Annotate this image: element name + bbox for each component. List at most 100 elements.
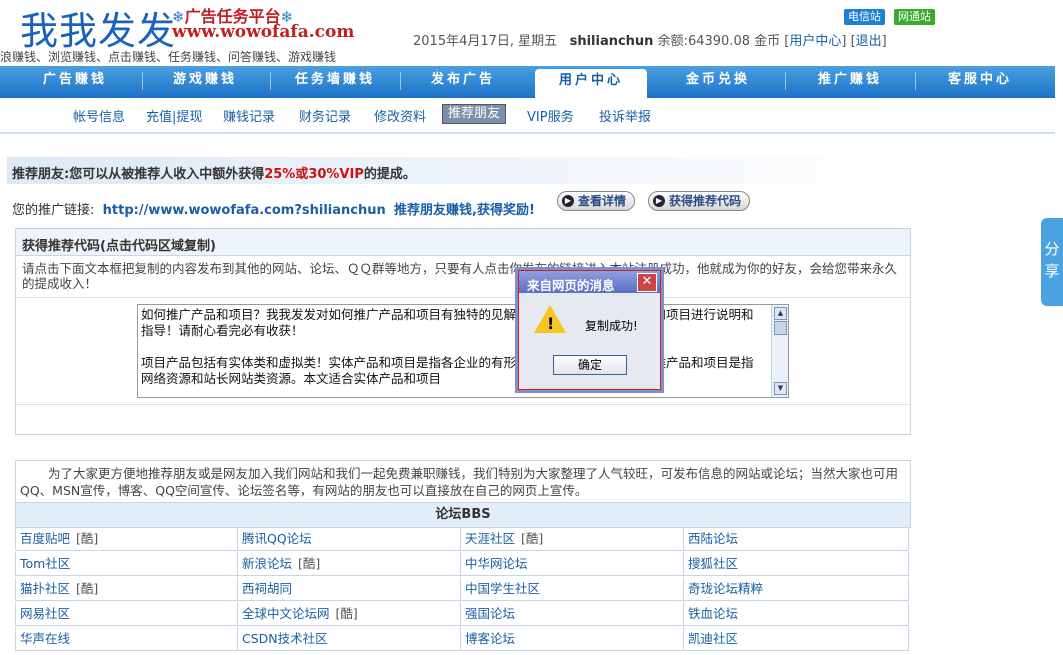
netcom-site-button[interactable]: 网通站 <box>894 9 935 25</box>
user-info-bar: 2015年4月17日, 星期五 shilianchun 余额:64390.08 … <box>413 34 887 49</box>
bbs-link[interactable]: CSDN技术社区 <box>242 631 328 646</box>
bbs-cell: 搜狐社区 <box>684 552 909 576</box>
bbs-section-title: 论坛BBS <box>15 502 911 528</box>
dialog-title: 来自网页的消息 <box>527 278 615 293</box>
cool-tag: [酷] <box>521 531 544 546</box>
bbs-link[interactable]: 腾讯QQ论坛 <box>242 531 312 546</box>
bbs-cell: CSDN技术社区 <box>238 627 461 651</box>
main-nav: 广告赚钱 游戏赚钱 任务墙赚钱 发布广告 用户中心 金币兑换 推广赚钱 客服中心 <box>0 66 1055 98</box>
nav-publish-ad[interactable]: 发布广告 <box>408 66 518 98</box>
bbs-link[interactable]: 铁血论坛 <box>688 606 738 621</box>
bbs-link[interactable]: 凯迪社区 <box>688 631 738 646</box>
subnav-vip-service[interactable]: VIP服务 <box>527 106 574 125</box>
intro-text: 为了大家更方便地推荐朋友或是网友加入我们网站和我们一起免费兼职赚钱，我们特别为大… <box>20 466 899 498</box>
promo-link-row: 您的推广链接: http://www.wowofafa.com?shilianc… <box>12 199 535 218</box>
bbs-link[interactable]: 奇珑论坛精粹 <box>688 581 763 596</box>
nav-taskwall-earn[interactable]: 任务墙赚钱 <box>280 66 390 98</box>
logout-link[interactable]: 退出 <box>856 34 882 49</box>
nav-promote-earn[interactable]: 推广赚钱 <box>795 66 905 98</box>
current-date: 2015年4月17日, 星期五 <box>413 34 558 49</box>
close-icon[interactable]: ✕ <box>637 273 657 292</box>
get-referral-code-button[interactable]: ▶ 获得推荐代码 <box>648 191 751 211</box>
cool-tag: [酷] <box>335 606 358 621</box>
bbs-cell: 中国学生社区 <box>461 577 684 601</box>
bbs-link[interactable]: 强国论坛 <box>465 606 515 621</box>
bbs-link[interactable]: 中国学生社区 <box>465 581 540 596</box>
promo-link-label: 您的推广链接: <box>12 203 95 218</box>
bbs-link[interactable]: 博客论坛 <box>465 631 515 646</box>
tagline: 浪赚钱、浏览赚钱、点击赚钱、任务赚钱、问答赚钱、游戏赚钱 <box>0 50 337 64</box>
subnav-finance-record[interactable]: 财务记录 <box>299 106 351 125</box>
bbs-cell: 腾讯QQ论坛 <box>238 527 461 551</box>
bbs-link[interactable]: 西祠胡同 <box>242 581 292 596</box>
bbs-link[interactable]: 搜狐社区 <box>688 556 738 571</box>
bbs-cell: 西陆论坛 <box>684 527 909 551</box>
bbs-cell: 新浪论坛 [酷] <box>238 552 461 576</box>
nav-support[interactable]: 客服中心 <box>925 66 1035 98</box>
subnav-account-info[interactable]: 帐号信息 <box>73 106 125 125</box>
bbs-link[interactable]: 西陆论坛 <box>688 531 738 546</box>
nav-coin-exchange[interactable]: 金币兑换 <box>663 66 773 98</box>
nav-ad-earn[interactable]: 广告赚钱 <box>20 66 130 98</box>
bbs-cell: 强国论坛 <box>461 602 684 626</box>
alert-dialog: 来自网页的消息 ✕ ! 复制成功! 确定 <box>515 267 664 393</box>
bbs-link[interactable]: 猫扑社区 <box>20 581 70 596</box>
commission-highlight: 25%或30%VIP <box>264 167 364 182</box>
bbs-link[interactable]: 天涯社区 <box>465 531 515 546</box>
referral-code-textarea[interactable]: 如何推广产品和项目？我我发发对如何推广产品和项目有独特的见解，今天我就如何推广产… <box>137 304 789 398</box>
bbs-cell: 全球中文论坛网 [酷] <box>238 602 461 626</box>
textarea-scrollbar[interactable]: ▲ ▼ <box>771 305 788 397</box>
panel-title: 获得推荐代码(点击代码区域复制) <box>22 239 216 254</box>
sub-nav: 帐号信息 充值|提现 赚钱记录 财务记录 修改资料 推荐朋友 VIP服务 投诉举… <box>0 98 1055 134</box>
bbs-cell: 中华网论坛 <box>461 552 684 576</box>
play-icon: ▶ <box>653 195 665 207</box>
refer-banner-text: 推荐朋友:您可以从被推荐人收入中额外获得25%或30%VIP的提成。 <box>12 167 416 182</box>
nav-game-earn[interactable]: 游戏赚钱 <box>150 66 260 98</box>
promo-slogan: 推荐朋友赚钱,获得奖励! <box>394 203 535 218</box>
bbs-cell: Tom社区 <box>15 552 238 576</box>
subnav-recharge-withdraw[interactable]: 充值|提现 <box>146 106 202 125</box>
bbs-cell: 奇珑论坛精粹 <box>684 577 909 601</box>
dialog-message: 复制成功! <box>585 319 638 333</box>
bbs-link[interactable]: 网易社区 <box>20 606 70 621</box>
site-logo[interactable]: 我我发发 <box>20 0 176 55</box>
scroll-down-icon[interactable]: ▼ <box>774 382 787 395</box>
cool-tag: [酷] <box>298 556 321 571</box>
username: shilianchun <box>569 34 654 49</box>
scroll-up-icon[interactable]: ▲ <box>774 307 787 320</box>
bbs-cell: 华声在线 <box>15 627 238 651</box>
bbs-link[interactable]: 新浪论坛 <box>242 556 292 571</box>
bbs-link[interactable]: 华声在线 <box>20 631 70 646</box>
bbs-cell: 天涯社区 [酷] <box>461 527 684 551</box>
bbs-link[interactable]: 中华网论坛 <box>465 556 528 571</box>
bbs-cell: 西祠胡同 <box>238 577 461 601</box>
site-url: www.wowofafa.com <box>172 22 355 42</box>
subnav-edit-profile[interactable]: 修改资料 <box>374 106 426 125</box>
share-tab[interactable]: 分享 <box>1041 218 1063 306</box>
bbs-cell: 凯迪社区 <box>684 627 909 651</box>
intro-box: 为了大家更方便地推荐朋友或是网友加入我们网站和我们一起免费兼职赚钱，我们特别为大… <box>15 460 911 503</box>
play-icon: ▶ <box>562 195 574 207</box>
promo-link[interactable]: http://www.wowofafa.com?shilianchun <box>103 203 386 218</box>
cool-tag: [酷] <box>76 581 99 596</box>
ok-button[interactable]: 确定 <box>553 355 627 375</box>
balance: 余额:64390.08 金币 <box>657 34 781 49</box>
bbs-cell: 铁血论坛 <box>684 602 909 626</box>
nav-user-center[interactable]: 用户中心 <box>535 69 647 98</box>
bbs-cell: 百度贴吧 [酷] <box>15 527 238 551</box>
bbs-cell: 猫扑社区 [酷] <box>15 577 238 601</box>
bbs-link[interactable]: Tom社区 <box>20 556 70 571</box>
panel-description: 请点击下面文本框把复制的内容发布到其他的网站、论坛、ＱＱ群等地方，只要有人点击你… <box>22 261 898 291</box>
user-center-link[interactable]: 用户中心 <box>789 34 841 49</box>
bbs-link[interactable]: 百度贴吧 <box>20 531 70 546</box>
subnav-complaint[interactable]: 投诉举报 <box>599 106 651 125</box>
view-details-button[interactable]: ▶ 查看详情 <box>557 191 636 211</box>
telecom-site-button[interactable]: 电信站 <box>844 9 885 25</box>
bbs-cell: 网易社区 <box>15 602 238 626</box>
subnav-refer-friends[interactable]: 推荐朋友 <box>442 104 507 124</box>
referral-code-panel: 获得推荐代码(点击代码区域复制) 请点击下面文本框把复制的内容发布到其他的网站、… <box>15 228 911 435</box>
subnav-earnings-record[interactable]: 赚钱记录 <box>223 106 275 125</box>
bbs-link[interactable]: 全球中文论坛网 <box>242 606 330 621</box>
bbs-cell: 博客论坛 <box>461 627 684 651</box>
cool-tag: [酷] <box>76 531 99 546</box>
